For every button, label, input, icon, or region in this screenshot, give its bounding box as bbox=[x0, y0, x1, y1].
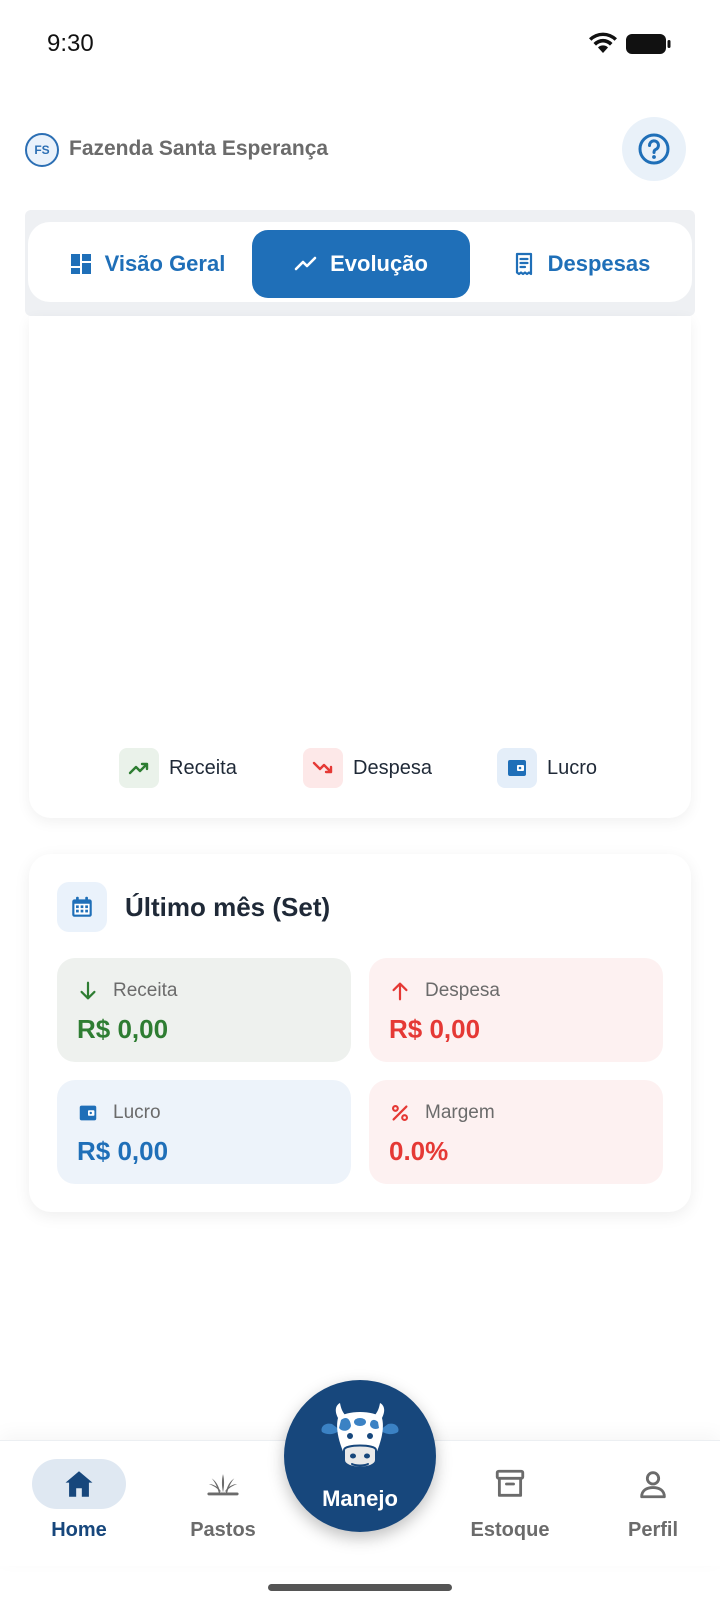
legend-item-receita: Receita bbox=[119, 746, 237, 790]
nav-label: Home bbox=[51, 1519, 107, 1541]
evolution-chart-card: Receita Despesa Lucro bbox=[29, 316, 691, 818]
tab-label: Evolução bbox=[330, 251, 428, 276]
receipt-icon bbox=[515, 252, 532, 276]
help-icon bbox=[638, 133, 670, 165]
summary-title: Último mês (Set) bbox=[125, 891, 331, 922]
arrow-up-icon bbox=[392, 982, 408, 1001]
wallet-icon bbox=[79, 1105, 97, 1121]
app-header: FS Fazenda Santa Esperança bbox=[0, 110, 720, 190]
tab-despesas[interactable]: Despesas bbox=[476, 230, 686, 298]
last-month-summary-card: Último mês (Set) Receita R$ 0,00 Despesa… bbox=[29, 854, 691, 1212]
tabs-container: Visão Geral Evolução Despesas bbox=[25, 210, 695, 316]
metric-label: Margem bbox=[425, 1102, 495, 1123]
grass-icon bbox=[207, 1474, 239, 1496]
summary-header: Último mês (Set) bbox=[57, 882, 330, 932]
nav-label: Perfil bbox=[627, 1519, 679, 1541]
farm-name[interactable]: Fazenda Santa Esperança bbox=[69, 137, 328, 161]
wifi-icon bbox=[589, 32, 617, 53]
fab-label: Manejo bbox=[322, 1486, 398, 1511]
tab-bar: Visão Geral Evolução Despesas bbox=[28, 222, 692, 302]
nav-item-home[interactable]: Home bbox=[19, 1459, 139, 1542]
cow-icon bbox=[321, 1403, 399, 1469]
chart-legend: Receita Despesa Lucro bbox=[29, 746, 691, 790]
manejo-fab-button[interactable]: Manejo bbox=[284, 1380, 436, 1532]
arrow-down-icon bbox=[80, 981, 96, 1000]
calendar-icon bbox=[72, 896, 92, 917]
legend-label: Despesa bbox=[353, 756, 432, 779]
legend-item-lucro: Lucro bbox=[497, 746, 597, 790]
help-button[interactable] bbox=[622, 117, 686, 181]
dashboard-icon bbox=[70, 254, 91, 274]
trending-down-icon bbox=[312, 761, 333, 774]
legend-swatch bbox=[497, 748, 537, 788]
tab-label: Despesas bbox=[547, 251, 651, 276]
tab-label: Visão Geral bbox=[104, 251, 226, 276]
farm-avatar[interactable]: FS bbox=[25, 133, 59, 167]
person-icon bbox=[640, 1471, 666, 1499]
home-icon bbox=[65, 1471, 93, 1497]
legend-label: Receita bbox=[169, 756, 237, 779]
nav-label: Pastos bbox=[190, 1519, 256, 1541]
status-bar: 9:30 bbox=[0, 0, 720, 90]
metric-label: Lucro bbox=[113, 1102, 161, 1123]
metric-value: R$ 0,00 bbox=[77, 1136, 169, 1166]
metric-despesa: Despesa R$ 0,00 bbox=[369, 958, 663, 1062]
status-time: 9:30 bbox=[47, 30, 94, 57]
percent-icon bbox=[391, 1104, 409, 1122]
nav-item-perfil[interactable]: Perfil bbox=[593, 1459, 713, 1542]
metric-label: Receita bbox=[113, 980, 178, 1001]
metric-value: 0.0% bbox=[389, 1136, 449, 1166]
legend-item-despesa: Despesa bbox=[303, 746, 432, 790]
nav-item-pastos[interactable]: Pastos bbox=[163, 1459, 283, 1542]
home-indicator bbox=[268, 1584, 452, 1591]
calendar-icon-wrap bbox=[57, 882, 107, 932]
metric-value: R$ 0,00 bbox=[389, 1014, 481, 1044]
nav-item-estoque[interactable]: Estoque bbox=[450, 1459, 570, 1542]
tab-evolucao[interactable]: Evolução bbox=[252, 230, 470, 298]
trending-up-icon bbox=[294, 256, 317, 271]
metric-label: Despesa bbox=[425, 980, 500, 1001]
metric-value: R$ 0,00 bbox=[77, 1014, 169, 1044]
metric-lucro: Lucro R$ 0,00 bbox=[57, 1080, 351, 1184]
metric-receita: Receita R$ 0,00 bbox=[57, 958, 351, 1062]
nav-label: Estoque bbox=[470, 1519, 550, 1541]
archive-icon bbox=[495, 1469, 525, 1497]
legend-swatch bbox=[119, 748, 159, 788]
metric-margem: Margem 0.0% bbox=[369, 1080, 663, 1184]
evolution-chart-area bbox=[29, 316, 691, 716]
wallet-icon bbox=[508, 760, 526, 776]
battery-icon bbox=[626, 34, 671, 54]
legend-label: Lucro bbox=[547, 756, 598, 779]
legend-swatch bbox=[303, 748, 343, 788]
trending-up-icon bbox=[128, 762, 149, 775]
tab-visao-geral[interactable]: Visão Geral bbox=[42, 230, 252, 298]
